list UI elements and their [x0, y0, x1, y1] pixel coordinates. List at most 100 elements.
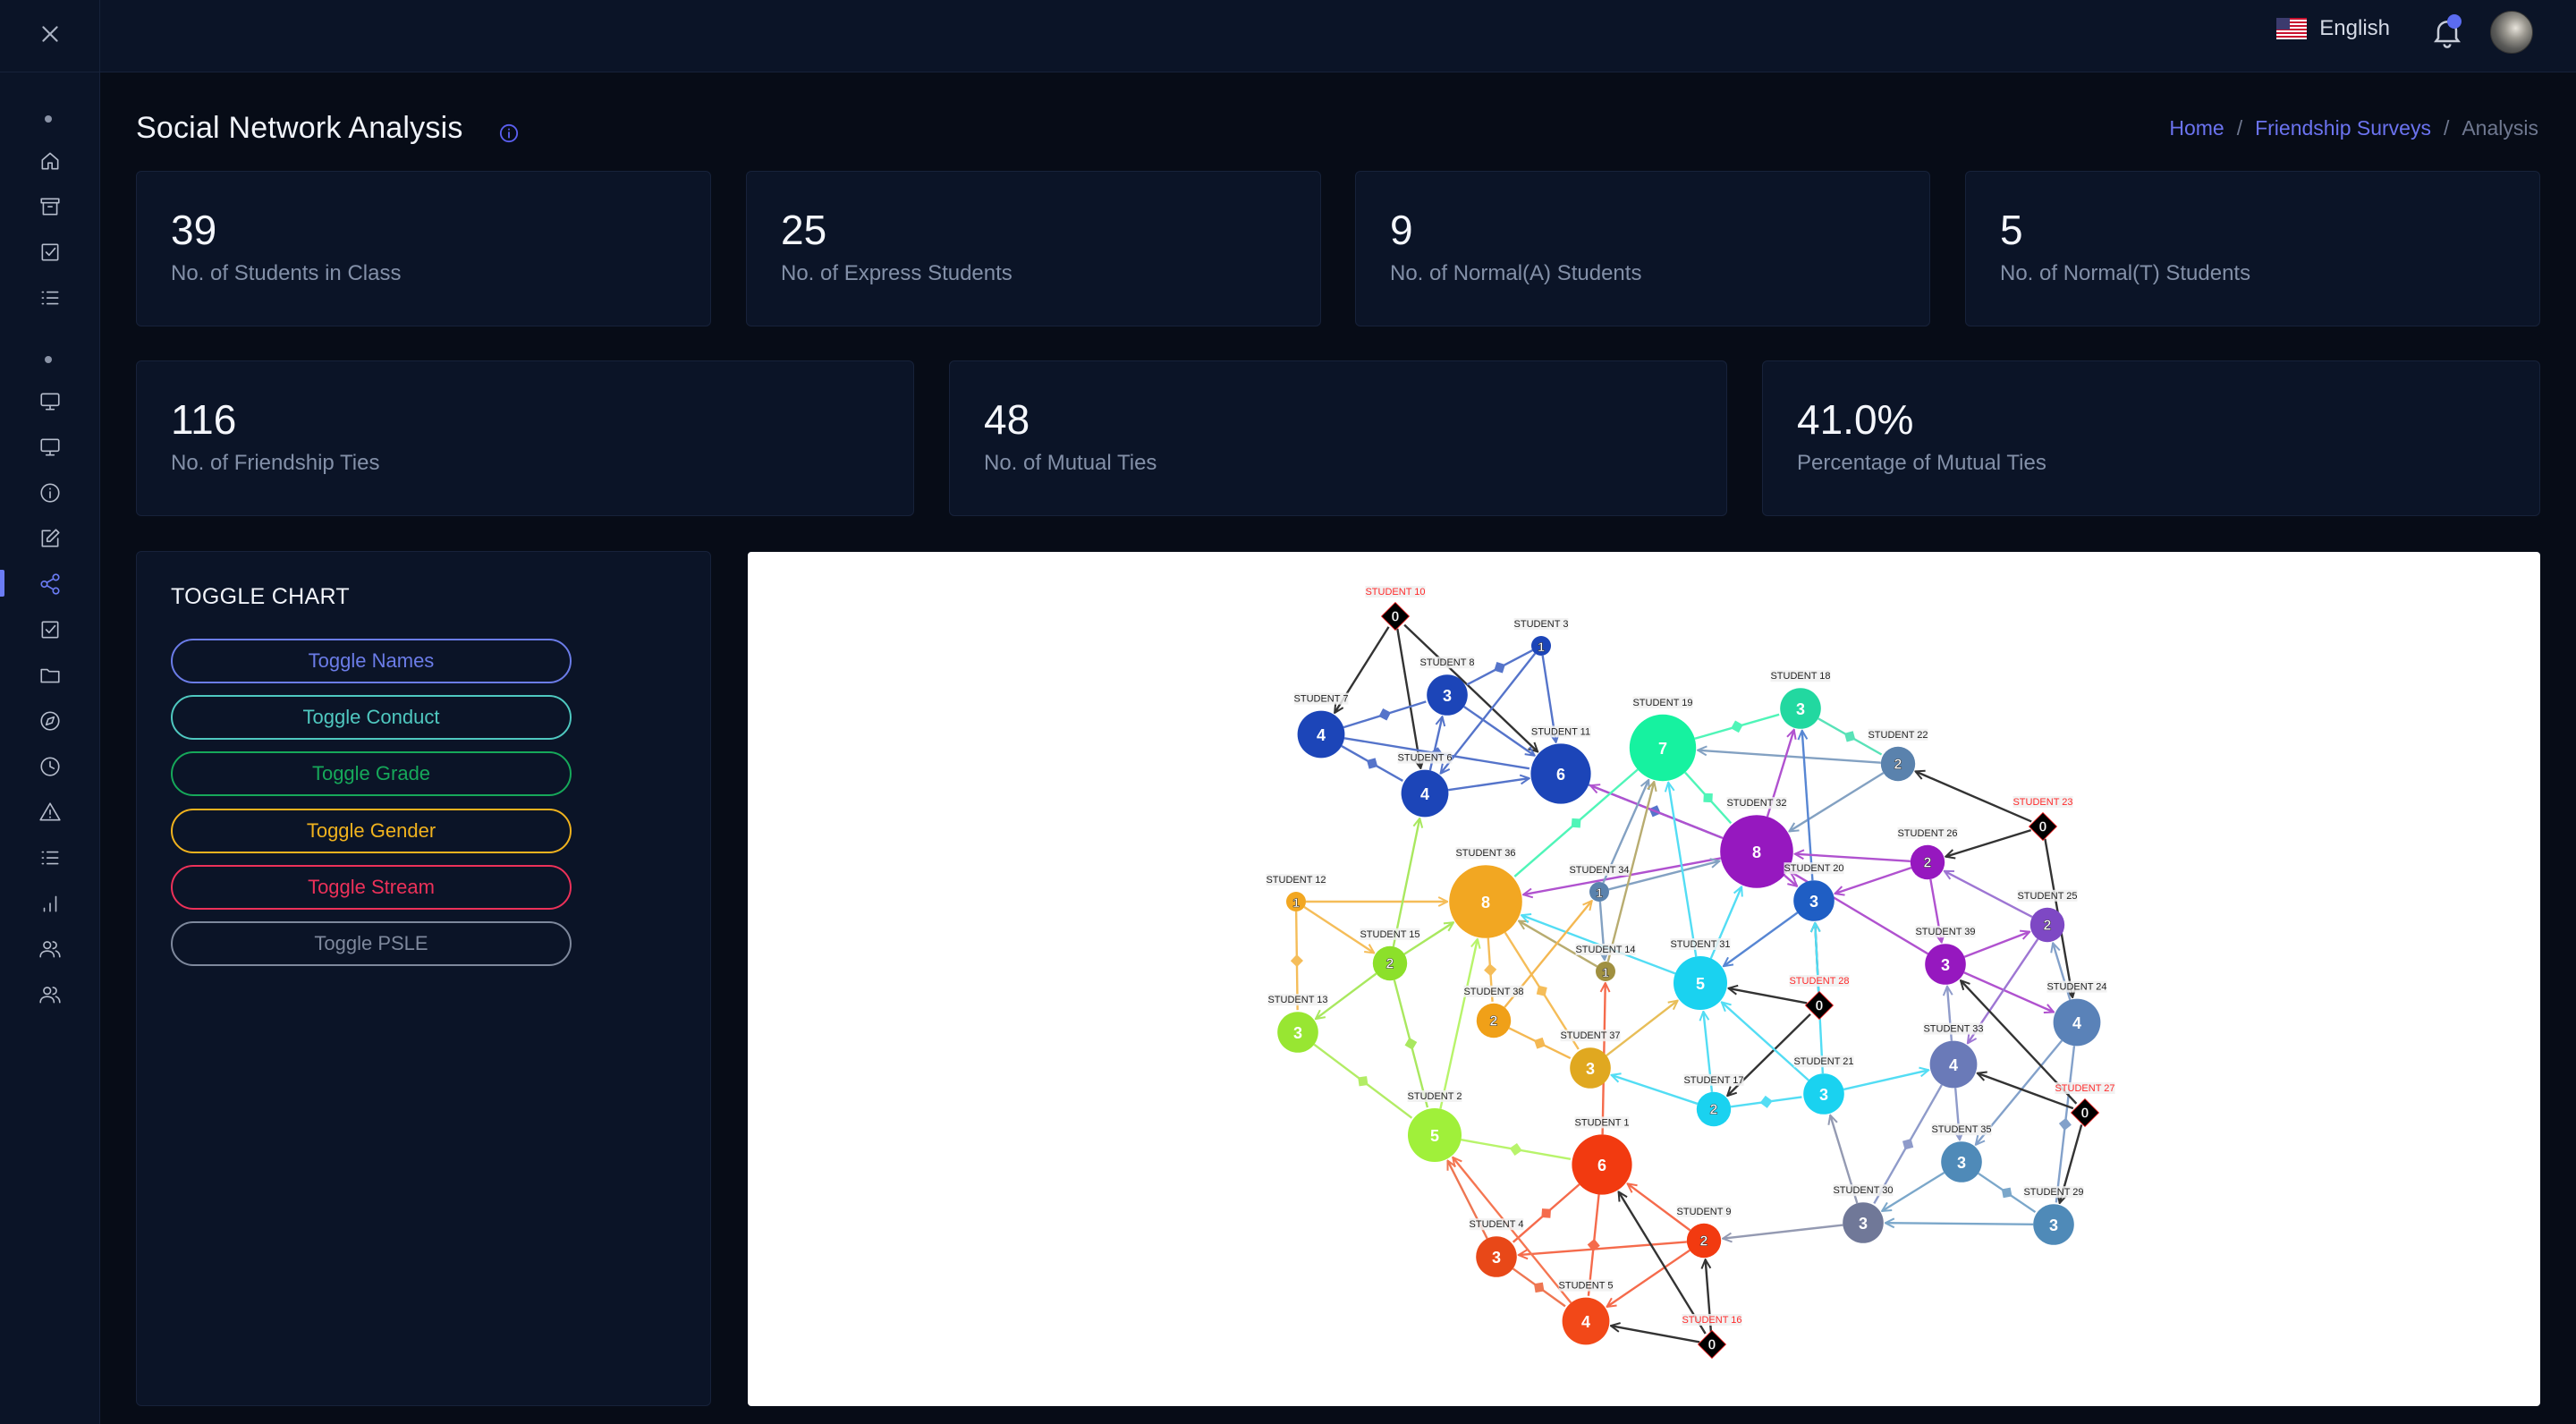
node-value: 2: [1700, 1234, 1708, 1250]
network-chart-panel[interactable]: 0 STUDENT 10 1 STUDENT 3 3 STUDENT 8 4 STUDENT …: [748, 552, 2540, 1406]
node-student-30[interactable]: 3 STUDENT 30: [1833, 1184, 1894, 1243]
toggle-names-button[interactable]: Toggle Names: [171, 639, 572, 683]
sidebar-item-monitor[interactable]: [0, 428, 100, 467]
sidebar-item-share-network[interactable]: [0, 564, 100, 604]
node-student-8[interactable]: 3 STUDENT 8: [1420, 657, 1475, 716]
edge-S21-S33: [1843, 1070, 1928, 1091]
edge-S32-S36: [1523, 857, 1722, 894]
stat-label: No. of Normal(T) Students: [2000, 261, 2251, 285]
node-student-33[interactable]: 4 STUDENT 33: [1923, 1022, 1984, 1089]
node-student-5[interactable]: 4 STUDENT 5: [1559, 1279, 1614, 1345]
sidebar-item-home[interactable]: [0, 141, 100, 181]
toggle-psle-button[interactable]: Toggle PSLE: [171, 921, 572, 966]
language-selector[interactable]: English: [2276, 16, 2390, 41]
node-value: 0: [1708, 1338, 1716, 1353]
node-student-12[interactable]: 1 STUDENT 12: [1266, 874, 1326, 911]
node-student-15[interactable]: 2 STUDENT 15: [1360, 928, 1420, 981]
node-label: STUDENT 7: [1294, 694, 1349, 705]
node-label: STUDENT 21: [1793, 1056, 1853, 1067]
node-student-20[interactable]: 3 STUDENT 20: [1784, 862, 1844, 921]
sidebar-item-checkbox[interactable]: [0, 610, 100, 649]
node-student-32[interactable]: 8 STUDENT 32: [1720, 797, 1793, 888]
node-student-26[interactable]: 2 STUDENT 26: [1897, 826, 1958, 880]
node-student-37[interactable]: 3 STUDENT 37: [1560, 1030, 1621, 1089]
notifications-button[interactable]: [2429, 14, 2465, 50]
node-label: STUDENT 20: [1784, 863, 1843, 874]
node-label: STUDENT 35: [1931, 1124, 1991, 1135]
node-value: 2: [1386, 957, 1394, 972]
edge-S29-S30: [1885, 1223, 2034, 1225]
sidebar-item-users[interactable]: [0, 975, 100, 1014]
sidebar-item-archive[interactable]: [0, 187, 100, 226]
sidebar-item-folder[interactable]: [0, 656, 100, 695]
stat-card-normal-t: 5 No. of Normal(T) Students: [1965, 171, 2540, 326]
node-label: STUDENT 17: [1683, 1075, 1743, 1086]
info-icon[interactable]: [499, 123, 519, 143]
sidebar-item-list[interactable]: [0, 278, 100, 318]
node-student-21[interactable]: 3 STUDENT 21: [1793, 1055, 1854, 1115]
user-avatar[interactable]: [2490, 11, 2533, 54]
network-graph[interactable]: 0STUDENT 101STUDENT 33STUDENT 84STUDENT …: [748, 552, 2540, 1406]
sidebar-item-info[interactable]: [0, 473, 100, 513]
node-student-25[interactable]: 2 STUDENT 25: [2017, 889, 2078, 943]
node-student-2[interactable]: 5 STUDENT 2: [1408, 1090, 1462, 1162]
sidebar-item-edit[interactable]: [0, 519, 100, 558]
node-student-24[interactable]: 4 STUDENT 24: [2046, 980, 2107, 1047]
node-label: STUDENT 37: [1560, 1030, 1620, 1041]
page-title: Social Network Analysis: [136, 111, 463, 145]
node-student-10[interactable]: 0 STUDENT 10: [1365, 586, 1426, 631]
sidebar-item-monitor[interactable]: [0, 382, 100, 421]
node-student-6[interactable]: 4 STUDENT 6: [1398, 751, 1453, 818]
sidebar-item-users[interactable]: [0, 929, 100, 969]
node-student-11[interactable]: 6 STUDENT 11: [1530, 725, 1591, 804]
stat-value: 41.0%: [1797, 396, 1914, 443]
stat-label: No. of Students in Class: [171, 261, 402, 285]
node-student-9[interactable]: 2 STUDENT 9: [1677, 1205, 1732, 1259]
edge-S20-S18: [1802, 731, 1814, 881]
node-student-35[interactable]: 3 STUDENT 35: [1931, 1123, 1992, 1182]
node-student-28[interactable]: 0 STUDENT 28: [1789, 975, 1850, 1021]
edge-S30-S9: [1723, 1224, 1843, 1239]
toggle-stream-button[interactable]: Toggle Stream: [171, 865, 572, 910]
toggle-conduct-button[interactable]: Toggle Conduct: [171, 695, 572, 740]
node-student-31[interactable]: 5 STUDENT 31: [1670, 938, 1731, 1010]
users-icon: [39, 941, 61, 958]
node-label: STUDENT 34: [1569, 865, 1629, 876]
node-value: 0: [1392, 610, 1400, 625]
node-student-29[interactable]: 3 STUDENT 29: [2023, 1186, 2084, 1245]
sidebar-item-clock[interactable]: [0, 747, 100, 786]
toggle-grade-button[interactable]: Toggle Grade: [171, 751, 572, 796]
stat-card-mutual-ties: 48 No. of Mutual Ties: [949, 360, 1727, 516]
node-value: 8: [1752, 843, 1761, 861]
edge-S22-S19: [1698, 750, 1881, 764]
close-sidebar-button[interactable]: [32, 16, 68, 52]
node-label: STUDENT 2: [1408, 1091, 1462, 1102]
mutual-tie-marker: [2058, 1117, 2072, 1131]
sidebar-item-checkbox[interactable]: [0, 233, 100, 272]
node-student-34[interactable]: 1 STUDENT 34: [1569, 864, 1630, 902]
node-label: STUDENT 1: [1575, 1117, 1630, 1128]
sidebar-item-bar-chart[interactable]: [0, 884, 100, 923]
node-student-7[interactable]: 4 STUDENT 7: [1294, 692, 1349, 759]
node-student-14[interactable]: 1 STUDENT 14: [1575, 944, 1636, 981]
toggle-gender-button[interactable]: Toggle Gender: [171, 809, 572, 853]
node-student-17[interactable]: 2 STUDENT 17: [1683, 1073, 1744, 1127]
node-student-4[interactable]: 3 STUDENT 4: [1470, 1218, 1524, 1277]
stat-label: No. of Friendship Ties: [171, 451, 380, 475]
breadcrumb-home[interactable]: Home: [2169, 116, 2224, 140]
mutual-tie-marker: [1902, 1139, 1914, 1150]
checkbox-icon: [41, 243, 59, 261]
breadcrumb: Home / Friendship Surveys / Analysis: [2169, 116, 2538, 140]
breadcrumb-friendship-surveys[interactable]: Friendship Surveys: [2255, 116, 2431, 140]
node-student-16[interactable]: 0 STUDENT 16: [1682, 1314, 1742, 1360]
node-student-19[interactable]: 7 STUDENT 19: [1629, 696, 1697, 782]
node-student-13[interactable]: 3 STUDENT 13: [1267, 994, 1328, 1053]
sidebar-item-compass[interactable]: [0, 701, 100, 741]
sidebar-item-warning[interactable]: [0, 793, 100, 832]
node-student-36[interactable]: 8 STUDENT 36: [1449, 847, 1522, 938]
sidebar-item-list[interactable]: [0, 838, 100, 877]
node-value: 3: [1809, 893, 1818, 911]
mutual-tie-marker: [1536, 985, 1547, 996]
edge-S23-S26: [1945, 829, 2031, 857]
node-student-3[interactable]: 1 STUDENT 3: [1514, 618, 1569, 656]
